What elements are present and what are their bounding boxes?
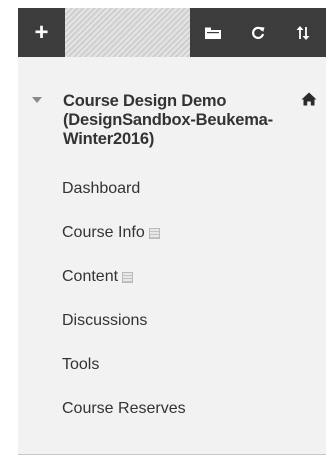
course-menu-frame: + Course Design Demo (DesignSandbox-Beuk… bbox=[0, 0, 326, 461]
course-menu-list: Dashboard Course Info Content Discussion… bbox=[18, 167, 326, 431]
folder-view-button[interactable] bbox=[190, 8, 235, 57]
menu-item-course-reserves[interactable]: Course Reserves bbox=[18, 387, 326, 431]
hidden-from-students-icon bbox=[122, 271, 134, 283]
hidden-from-students-icon bbox=[148, 227, 160, 239]
refresh-button[interactable] bbox=[235, 8, 280, 57]
menu-item-label: Discussions bbox=[62, 312, 148, 329]
menu-item-label: Course Reserves bbox=[62, 400, 186, 417]
menu-item-label: Tools bbox=[62, 356, 100, 373]
course-menu-panel: Course Design Demo (DesignSandbox-Beukem… bbox=[18, 57, 326, 454]
collapse-caret-icon[interactable] bbox=[32, 97, 42, 103]
reorder-button[interactable] bbox=[281, 8, 326, 57]
menu-item-label: Content bbox=[62, 268, 119, 285]
menu-item-label: Course Info bbox=[62, 224, 145, 241]
folder-icon bbox=[204, 27, 221, 39]
sort-icon bbox=[296, 25, 310, 40]
home-icon[interactable] bbox=[301, 92, 317, 111]
plus-icon: + bbox=[34, 18, 49, 46]
refresh-icon bbox=[252, 26, 265, 39]
panel-bottom-edge bbox=[18, 454, 326, 461]
menu-item-discussions[interactable]: Discussions bbox=[18, 299, 326, 343]
toolbar-spacer bbox=[65, 8, 190, 57]
menu-item-dashboard[interactable]: Dashboard bbox=[18, 167, 326, 211]
course-title[interactable]: Course Design Demo (DesignSandbox-Beukem… bbox=[63, 92, 283, 149]
menu-item-course-info[interactable]: Course Info bbox=[18, 211, 326, 255]
menu-item-content[interactable]: Content bbox=[18, 255, 326, 299]
course-menu-toolbar: + bbox=[18, 8, 326, 57]
menu-item-label: Dashboard bbox=[62, 180, 141, 197]
menu-item-tools[interactable]: Tools bbox=[18, 343, 326, 387]
add-menu-item-button[interactable]: + bbox=[18, 8, 65, 57]
